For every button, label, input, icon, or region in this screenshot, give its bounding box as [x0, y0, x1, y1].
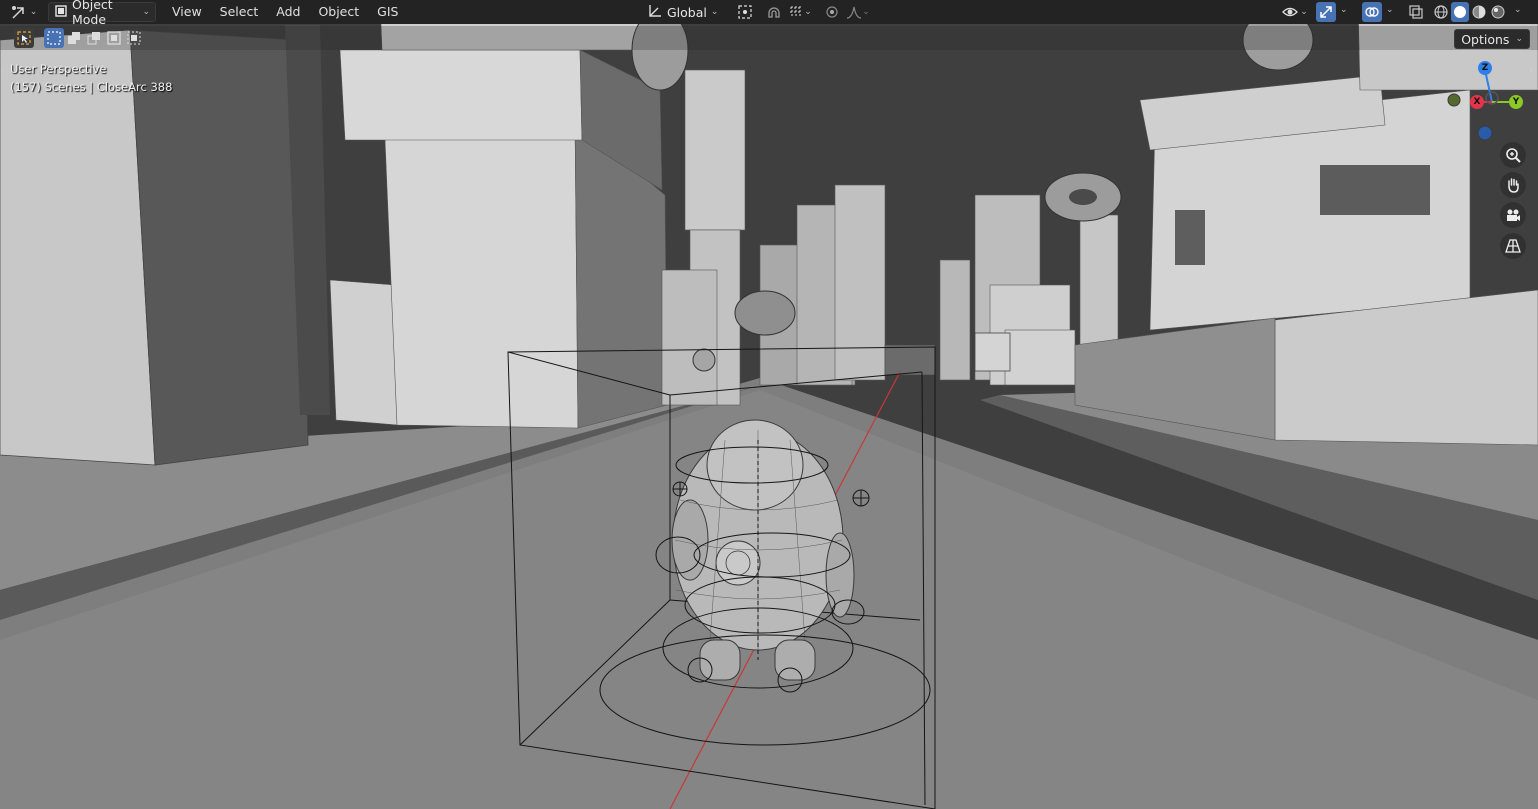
tool-settings-row: [0, 26, 1538, 50]
options-dropdown[interactable]: Options ⌄: [1454, 29, 1530, 49]
wireframe-shading-icon[interactable]: [1432, 2, 1450, 22]
snap-increment-icon[interactable]: ⌄: [786, 2, 814, 22]
viewport-header: ⌄ Object Mode ⌄ View Select Add Object G…: [0, 0, 1538, 27]
chevron-down-icon: ⌄: [1300, 7, 1308, 17]
proportional-edit-icon[interactable]: [822, 2, 842, 22]
zoom-icon[interactable]: [1500, 142, 1526, 168]
options-label: Options: [1461, 31, 1510, 47]
rendered-shading-icon[interactable]: [1489, 2, 1507, 22]
chevron-down-icon[interactable]: ⌄: [1386, 5, 1394, 15]
falloff-curve-icon[interactable]: ⌄: [844, 2, 872, 22]
menu-object[interactable]: Object: [310, 2, 367, 22]
select-invert-icon[interactable]: [104, 28, 124, 48]
object-mode-icon: [54, 4, 68, 21]
axis-x[interactable]: X: [1470, 95, 1484, 109]
xray-icon[interactable]: [1406, 2, 1426, 22]
select-intersect-icon[interactable]: [124, 28, 144, 48]
select-subtract-icon[interactable]: [84, 28, 104, 48]
select-box-icon[interactable]: [14, 28, 34, 48]
material-shading-icon[interactable]: [1470, 2, 1488, 22]
pan-hand-icon[interactable]: [1500, 172, 1526, 198]
perspective-grid-icon[interactable]: [1500, 233, 1526, 259]
mode-label: Object Mode: [72, 0, 113, 27]
menu-select[interactable]: Select: [212, 2, 267, 22]
scene-render: [0, 0, 1538, 809]
mode-dropdown[interactable]: Object Mode ⌄: [48, 0, 156, 27]
select-new-icon[interactable]: [44, 28, 64, 48]
viewport-info: User Perspective (157) Scenes | CloseArc…: [10, 60, 172, 96]
visibility-eye-icon[interactable]: ⌄: [1280, 2, 1310, 22]
solid-shading-icon[interactable]: [1451, 2, 1469, 22]
scene-info: (157) Scenes | CloseArc 388: [10, 80, 173, 94]
chevron-down-icon[interactable]: ⌄: [1340, 5, 1348, 15]
3d-viewport[interactable]: [0, 0, 1538, 809]
toolbar-expand-icon[interactable]: ›: [0, 66, 4, 77]
perspective-label: User Perspective: [10, 62, 107, 76]
chevron-down-icon: ⌄: [862, 7, 870, 17]
axis-y[interactable]: Y: [1509, 95, 1523, 109]
pivot-point-icon[interactable]: [730, 2, 760, 22]
overlays-icon[interactable]: [1362, 2, 1382, 22]
chevron-down-icon: ⌄: [142, 7, 150, 17]
orientation-label: Global: [667, 4, 707, 20]
snap-magnet-icon[interactable]: [764, 2, 784, 22]
gizmo-icon[interactable]: [1316, 2, 1336, 22]
transform-orientation-dropdown[interactable]: Global ⌄: [642, 2, 722, 22]
chevron-down-icon: ⌄: [1515, 34, 1523, 44]
menu-add[interactable]: Add: [268, 2, 308, 22]
camera-icon[interactable]: [1500, 202, 1526, 228]
menu-view[interactable]: View: [164, 2, 210, 22]
chevron-down-icon: ⌄: [710, 7, 719, 17]
chevron-down-icon: ⌄: [29, 7, 38, 17]
chevron-down-icon: ⌄: [804, 7, 812, 17]
select-extend-icon[interactable]: [64, 28, 84, 48]
navigation-gizmo[interactable]: Z X Y: [1440, 58, 1530, 148]
axis-z[interactable]: Z: [1478, 61, 1492, 75]
orientation-icon: [647, 3, 663, 22]
chevron-down-icon[interactable]: ⌄: [1514, 5, 1522, 15]
viewport-editor-icon[interactable]: ⌄: [6, 2, 42, 22]
menu-gis[interactable]: GIS: [369, 2, 406, 22]
